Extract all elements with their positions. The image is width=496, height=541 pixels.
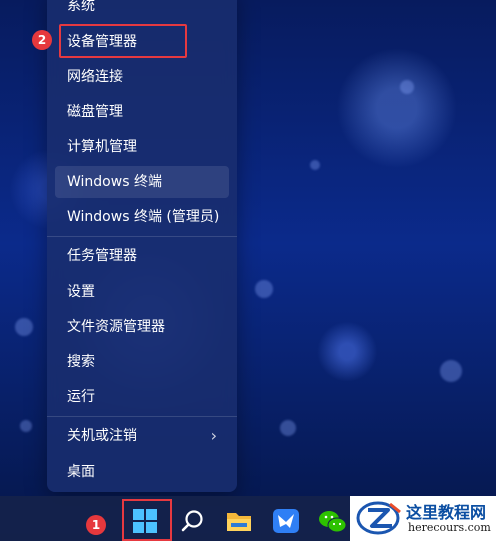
menu-item-windows-terminal[interactable]: Windows 终端 [55, 166, 229, 198]
menu-item-label: 系统 [67, 0, 95, 14]
watermark-logo-icon [356, 500, 404, 536]
menu-item-desktop[interactable]: 桌面 [55, 456, 229, 488]
watermark: 这里教程网 herecours.com [350, 496, 496, 541]
menu-item-label: 关机或注销 [67, 428, 137, 444]
windows-start-icon[interactable] [132, 508, 158, 534]
bokeh-decoration [280, 420, 296, 436]
menu-divider [47, 236, 237, 237]
watermark-url: herecours.com [408, 521, 491, 534]
menu-item-label: 文件资源管理器 [67, 319, 165, 335]
file-explorer-icon[interactable] [225, 508, 253, 534]
device-manager-highlight [59, 24, 187, 58]
menu-item-label: 运行 [67, 389, 95, 405]
menu-item-disk-management[interactable]: 磁盘管理 [55, 96, 229, 128]
menu-item-network-connections[interactable]: 网络连接 [55, 61, 229, 93]
bokeh-decoration [400, 80, 414, 94]
desktop: 系统 设备管理器 网络连接 磁盘管理 计算机管理 Windows 终端 Wind… [0, 0, 496, 541]
winx-context-menu: 系统 设备管理器 网络连接 磁盘管理 计算机管理 Windows 终端 Wind… [47, 0, 237, 492]
bokeh-decoration [440, 360, 462, 382]
bokeh-decoration [20, 420, 32, 432]
menu-item-file-explorer[interactable]: 文件资源管理器 [55, 311, 229, 343]
menu-divider [47, 416, 237, 417]
feishu-icon[interactable] [272, 508, 300, 534]
step-badge-1: 1 [86, 515, 106, 535]
bokeh-decoration [15, 318, 33, 336]
menu-item-computer-management[interactable]: 计算机管理 [55, 131, 229, 163]
menu-item-system[interactable]: 系统 [55, 0, 229, 22]
menu-item-label: 任务管理器 [67, 248, 137, 264]
menu-item-label: 网络连接 [67, 69, 123, 85]
watermark-title: 这里教程网 [406, 503, 487, 522]
wechat-icon[interactable] [318, 508, 348, 536]
menu-item-task-manager[interactable]: 任务管理器 [55, 240, 229, 272]
menu-item-label: Windows 终端 (管理员) [67, 209, 220, 225]
bokeh-decoration [255, 280, 273, 298]
menu-item-label: 计算机管理 [67, 139, 137, 155]
menu-item-run[interactable]: 运行 [55, 381, 229, 413]
menu-item-label: Windows 终端 [67, 174, 162, 190]
menu-item-label: 搜索 [67, 354, 95, 370]
menu-item-settings[interactable]: 设置 [55, 276, 229, 308]
bokeh-decoration [310, 160, 320, 170]
menu-item-windows-terminal-admin[interactable]: Windows 终端 (管理员) [55, 201, 229, 233]
step-badge-2: 2 [32, 30, 52, 50]
menu-item-label: 设置 [67, 284, 95, 300]
menu-item-search[interactable]: 搜索 [55, 346, 229, 378]
menu-item-shutdown-signout[interactable]: 关机或注销 › [55, 420, 229, 452]
search-icon[interactable] [180, 508, 206, 534]
chevron-right-icon: › [210, 426, 217, 445]
menu-item-label: 磁盘管理 [67, 104, 123, 120]
menu-item-label: 桌面 [67, 464, 95, 480]
